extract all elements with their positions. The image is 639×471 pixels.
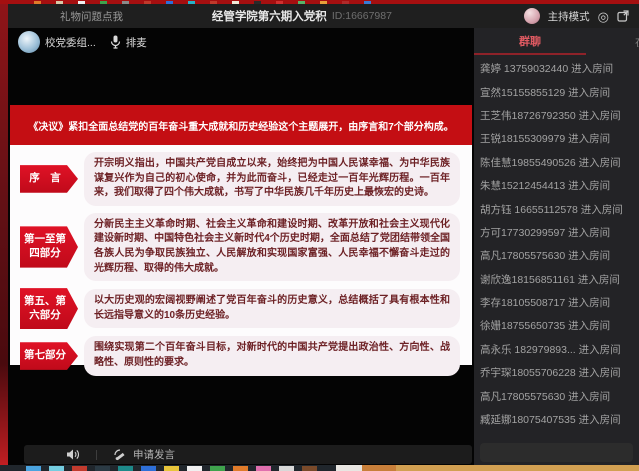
chat-message: 徐姗18755650735 进入房间: [480, 314, 639, 337]
presenter-chip[interactable]: 校党委组...: [18, 31, 96, 53]
chat-message: 方可17730299597 进入房间: [480, 221, 639, 244]
chat-message-list[interactable]: 龚婷 13759032440 进入房间 宣然15155855129 进入房间 王…: [474, 55, 639, 441]
section-text: 围绕实现第二个百年奋斗目标，对新时代的中国共产党提出政治性、方向性、战略性、原则…: [84, 336, 460, 375]
mic-queue-button[interactable]: 排麦: [110, 35, 147, 50]
popout-icon[interactable]: [617, 10, 629, 22]
live-room-window: 礼物问题点我 经管学院第六期入党积 ID:16667987 主持模式 ◎: [8, 4, 639, 465]
room-header: 经管学院第六期入党积 ID:16667987: [212, 4, 392, 28]
desktop-screen: 礼物问题点我 经管学院第六期入党积 ID:16667987 主持模式 ◎: [0, 0, 639, 471]
chat-message: 谢欣逸18156851161 进入房间: [480, 268, 639, 291]
chat-message: 臧延娜18075407535 进入房间: [480, 408, 639, 431]
section-text: 分新民主主义革命时期、社会主义革命和建设时期、改革开放和社会主义现代化建设新时期…: [84, 213, 460, 281]
chat-message: 陈佳慧19855490526 进入房间: [480, 151, 639, 174]
slide-title: 《决议》紧扣全面总结党的百年奋斗重大成就和历史经验这个主题展开，由序言和7个部分…: [10, 105, 472, 145]
host-mode-label[interactable]: 主持模式: [548, 9, 590, 24]
record-icon[interactable]: ◎: [598, 10, 609, 23]
microphone-icon: [110, 35, 121, 49]
presenter-name: 校党委组...: [45, 35, 96, 50]
chat-message: 高凡17805575630 进入房间: [480, 244, 639, 267]
section-label: 第七部分: [20, 342, 78, 370]
taskbar-strip: [0, 465, 639, 471]
taskbar-right: [336, 465, 639, 471]
chat-message: 朱慧15212454413 进入房间: [480, 174, 639, 197]
chat-message: 胡方钰 16655112578 进入房间: [480, 197, 639, 220]
chat-message: 龚婷 13759032440 进入房间: [480, 57, 639, 80]
section-label: 第一至第四部分: [20, 226, 78, 267]
desktop-edge-left: [0, 4, 8, 465]
chat-input[interactable]: [480, 443, 633, 462]
chat-message: 李存18105508717 进入房间: [480, 291, 639, 314]
slide-section: 第五、第六部分 以大历史观的宏阔视野阐述了党百年奋斗的历史意义，总结概括了具有根…: [20, 288, 460, 329]
tab-members-label: 在: [635, 34, 639, 50]
gift-help-link[interactable]: 礼物问题点我: [60, 9, 123, 24]
mic-queue-label: 排麦: [126, 35, 147, 50]
section-text: 以大历史观的宏阔视野阐述了党百年奋斗的历史意义，总结概括了具有根本性和长远指导意…: [84, 289, 460, 328]
taskbar-icons: [0, 465, 336, 471]
host-avatar[interactable]: [524, 8, 540, 24]
slide-section: 第七部分 围绕实现第二个百年奋斗目标，对新时代的中国共产党提出政治性、方向性、战…: [20, 336, 460, 375]
chat-message: 王锐18155309979 进入房间: [480, 127, 639, 150]
titlebar: 礼物问题点我 经管学院第六期入党积 ID:16667987 主持模式 ◎: [8, 4, 639, 28]
chat-message: 乔宇琛18055706228 进入房间: [480, 361, 639, 384]
room-id: ID:16667987: [332, 10, 392, 22]
chat-sidebar: 群聊 在 龚婷 13759032440 进入房间 宣然15155855129 进…: [474, 28, 639, 465]
request-speak-label[interactable]: 申请发言: [133, 447, 175, 462]
presenter-avatar[interactable]: [18, 31, 40, 53]
section-label: 第五、第六部分: [20, 288, 78, 329]
slide-section: 序 言 开宗明义指出，中国共产党自成立以来，始终把为中国人民谋幸福、为中华民族谋…: [20, 152, 460, 206]
section-text: 开宗明义指出，中国共产党自成立以来，始终把为中国人民谋幸福、为中华民族谋复兴作为…: [84, 152, 460, 206]
tab-members-partial[interactable]: 在: [586, 28, 639, 55]
divider: [96, 450, 97, 460]
chat-message: 王芝伟18726792350 进入房间: [480, 104, 639, 127]
speaker-icon[interactable]: [66, 448, 80, 461]
request-speak-icon[interactable]: [113, 448, 127, 462]
room-title: 经管学院第六期入党积: [212, 8, 327, 24]
section-label: 序 言: [20, 165, 78, 193]
stage-area: 校党委组... 排麦 《决议》紧扣全面总结党的百年奋斗重大成就和历史经验这个主题…: [8, 28, 474, 465]
chat-message: 宣然15155855129 进入房间: [480, 80, 639, 103]
stage-bottom-bar: 申请发言: [24, 445, 472, 464]
slide-section: 第一至第四部分 分新民主主义革命时期、社会主义革命和建设时期、改革开放和社会主义…: [20, 213, 460, 281]
chat-message: 高永乐 182979893... 进入房间: [480, 338, 639, 361]
presentation-slide: 《决议》紧扣全面总结党的百年奋斗重大成就和历史经验这个主题展开，由序言和7个部分…: [10, 105, 472, 365]
tab-group-chat[interactable]: 群聊: [474, 28, 586, 55]
chat-message: 高凡17805575630 进入房间: [480, 384, 639, 407]
